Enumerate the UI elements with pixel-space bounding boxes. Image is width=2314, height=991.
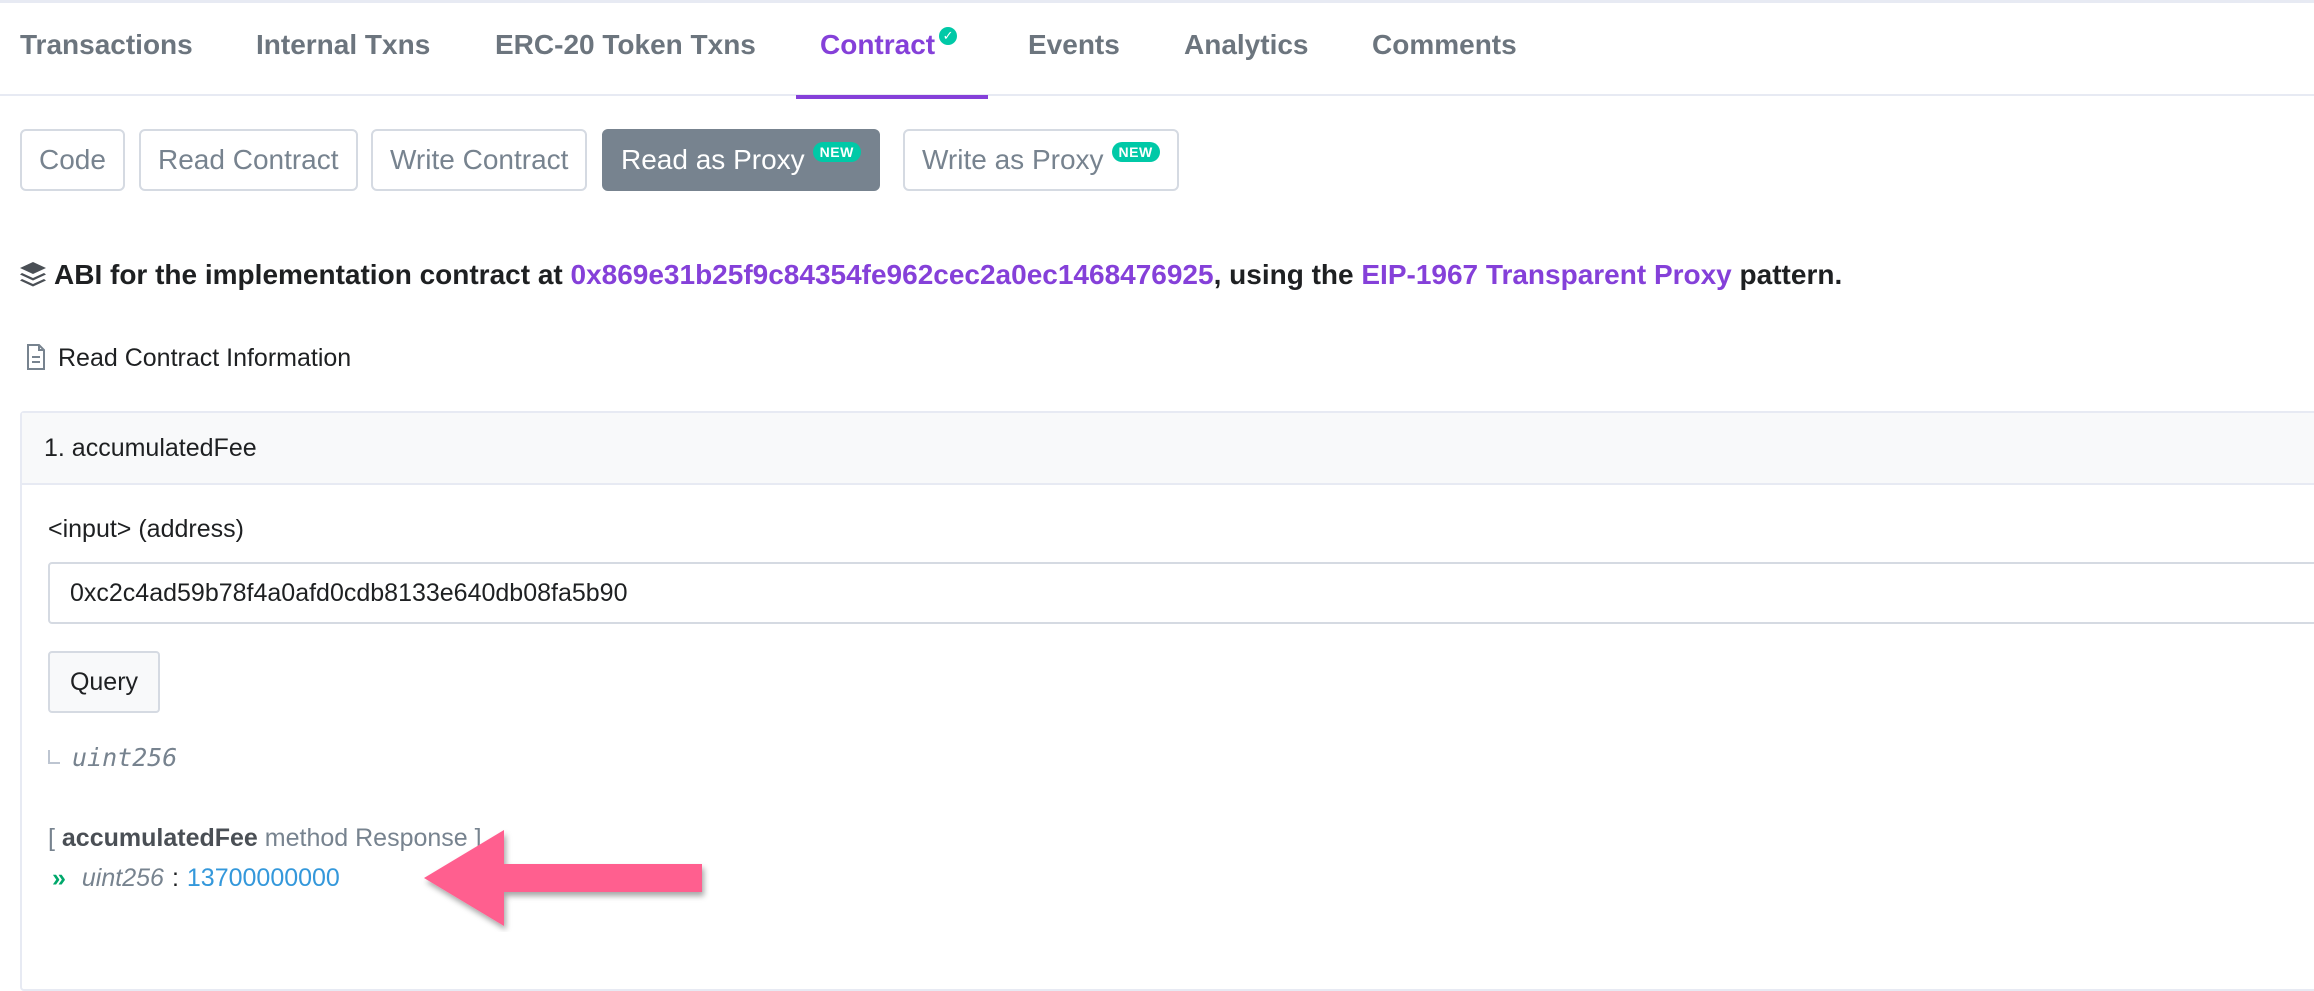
read-contract-info-heading: Read Contract Information [26,344,351,373]
tab-events[interactable]: Events [1028,29,1120,61]
read-contract-button-label: Read Contract [158,144,339,175]
abi-implementation-notice: ABI for the implementation contract at 0… [18,259,1842,291]
tab-contract-label: Contract [820,29,936,60]
tab-internal-txns[interactable]: Internal Txns [256,29,430,61]
method-card: 1. accumulatedFee [20,411,2314,991]
new-badge: NEW [812,142,861,162]
contract-tab-bar: Transactions Internal Txns ERC-20 Token … [0,0,2314,99]
query-button[interactable]: Query [48,651,160,713]
output-type-label: uint256 [72,743,178,772]
annotation-arrow-icon [424,830,702,926]
response-colon: : [171,864,179,892]
write-as-proxy-button-label: Write as Proxy [922,144,1104,175]
section-title: Read Contract Information [58,344,352,372]
response-method-name: accumulatedFee [61,824,258,852]
input-label: <input> (address) [48,515,244,543]
code-button[interactable]: Code [20,129,125,191]
tab-contract[interactable]: Contract ✓ [820,27,958,61]
write-contract-button[interactable]: Write Contract [371,129,588,191]
response-value: 13700000000 [186,864,340,892]
verified-check-icon: ✓ [939,27,958,45]
new-badge: NEW [1111,142,1160,162]
layers-icon [20,262,46,287]
write-as-proxy-button[interactable]: Write as Proxy NEW [903,129,1179,191]
address-input[interactable]: 0xc2c4ad59b78f4a0afd0cdb8133e640db08fa5b… [48,562,2314,624]
method-header-accumulatedfee[interactable]: 1. accumulatedFee [22,413,2314,485]
abi-middle-text: , using the [1213,259,1362,290]
response-open-bracket: [ [48,824,62,852]
method-response-heading: [ accumulatedFee method Response ] [48,824,482,853]
write-contract-button-label: Write Contract [390,144,569,175]
proxy-pattern-link[interactable]: EIP-1967 Transparent Proxy [1361,259,1731,290]
method-response-value: » uint256:13700000000 [52,864,340,893]
read-as-proxy-button[interactable]: Read as Proxy NEW [602,129,880,191]
active-tab-indicator [796,95,988,99]
tab-comments[interactable]: Comments [1372,29,1517,61]
code-button-label: Code [39,144,106,175]
tab-erc20-token-txns[interactable]: ERC-20 Token Txns [495,29,756,61]
tree-corner-icon [48,750,60,764]
abi-suffix-text: pattern. [1731,259,1843,290]
response-type: uint256 [81,864,164,892]
read-as-proxy-button-label: Read as Proxy [621,144,805,175]
read-contract-button[interactable]: Read Contract [139,129,358,191]
implementation-address-link[interactable]: 0x869e31b25f9c84354fe962cec2a0ec14684769… [571,259,1214,290]
output-type: uint256 [48,742,177,773]
tab-transactions[interactable]: Transactions [20,29,193,61]
abi-prefix-text: ABI for the implementation contract at [54,259,571,290]
double-chevron-right-icon: » [52,864,66,892]
tab-analytics[interactable]: Analytics [1184,29,1309,61]
document-icon [27,344,45,370]
